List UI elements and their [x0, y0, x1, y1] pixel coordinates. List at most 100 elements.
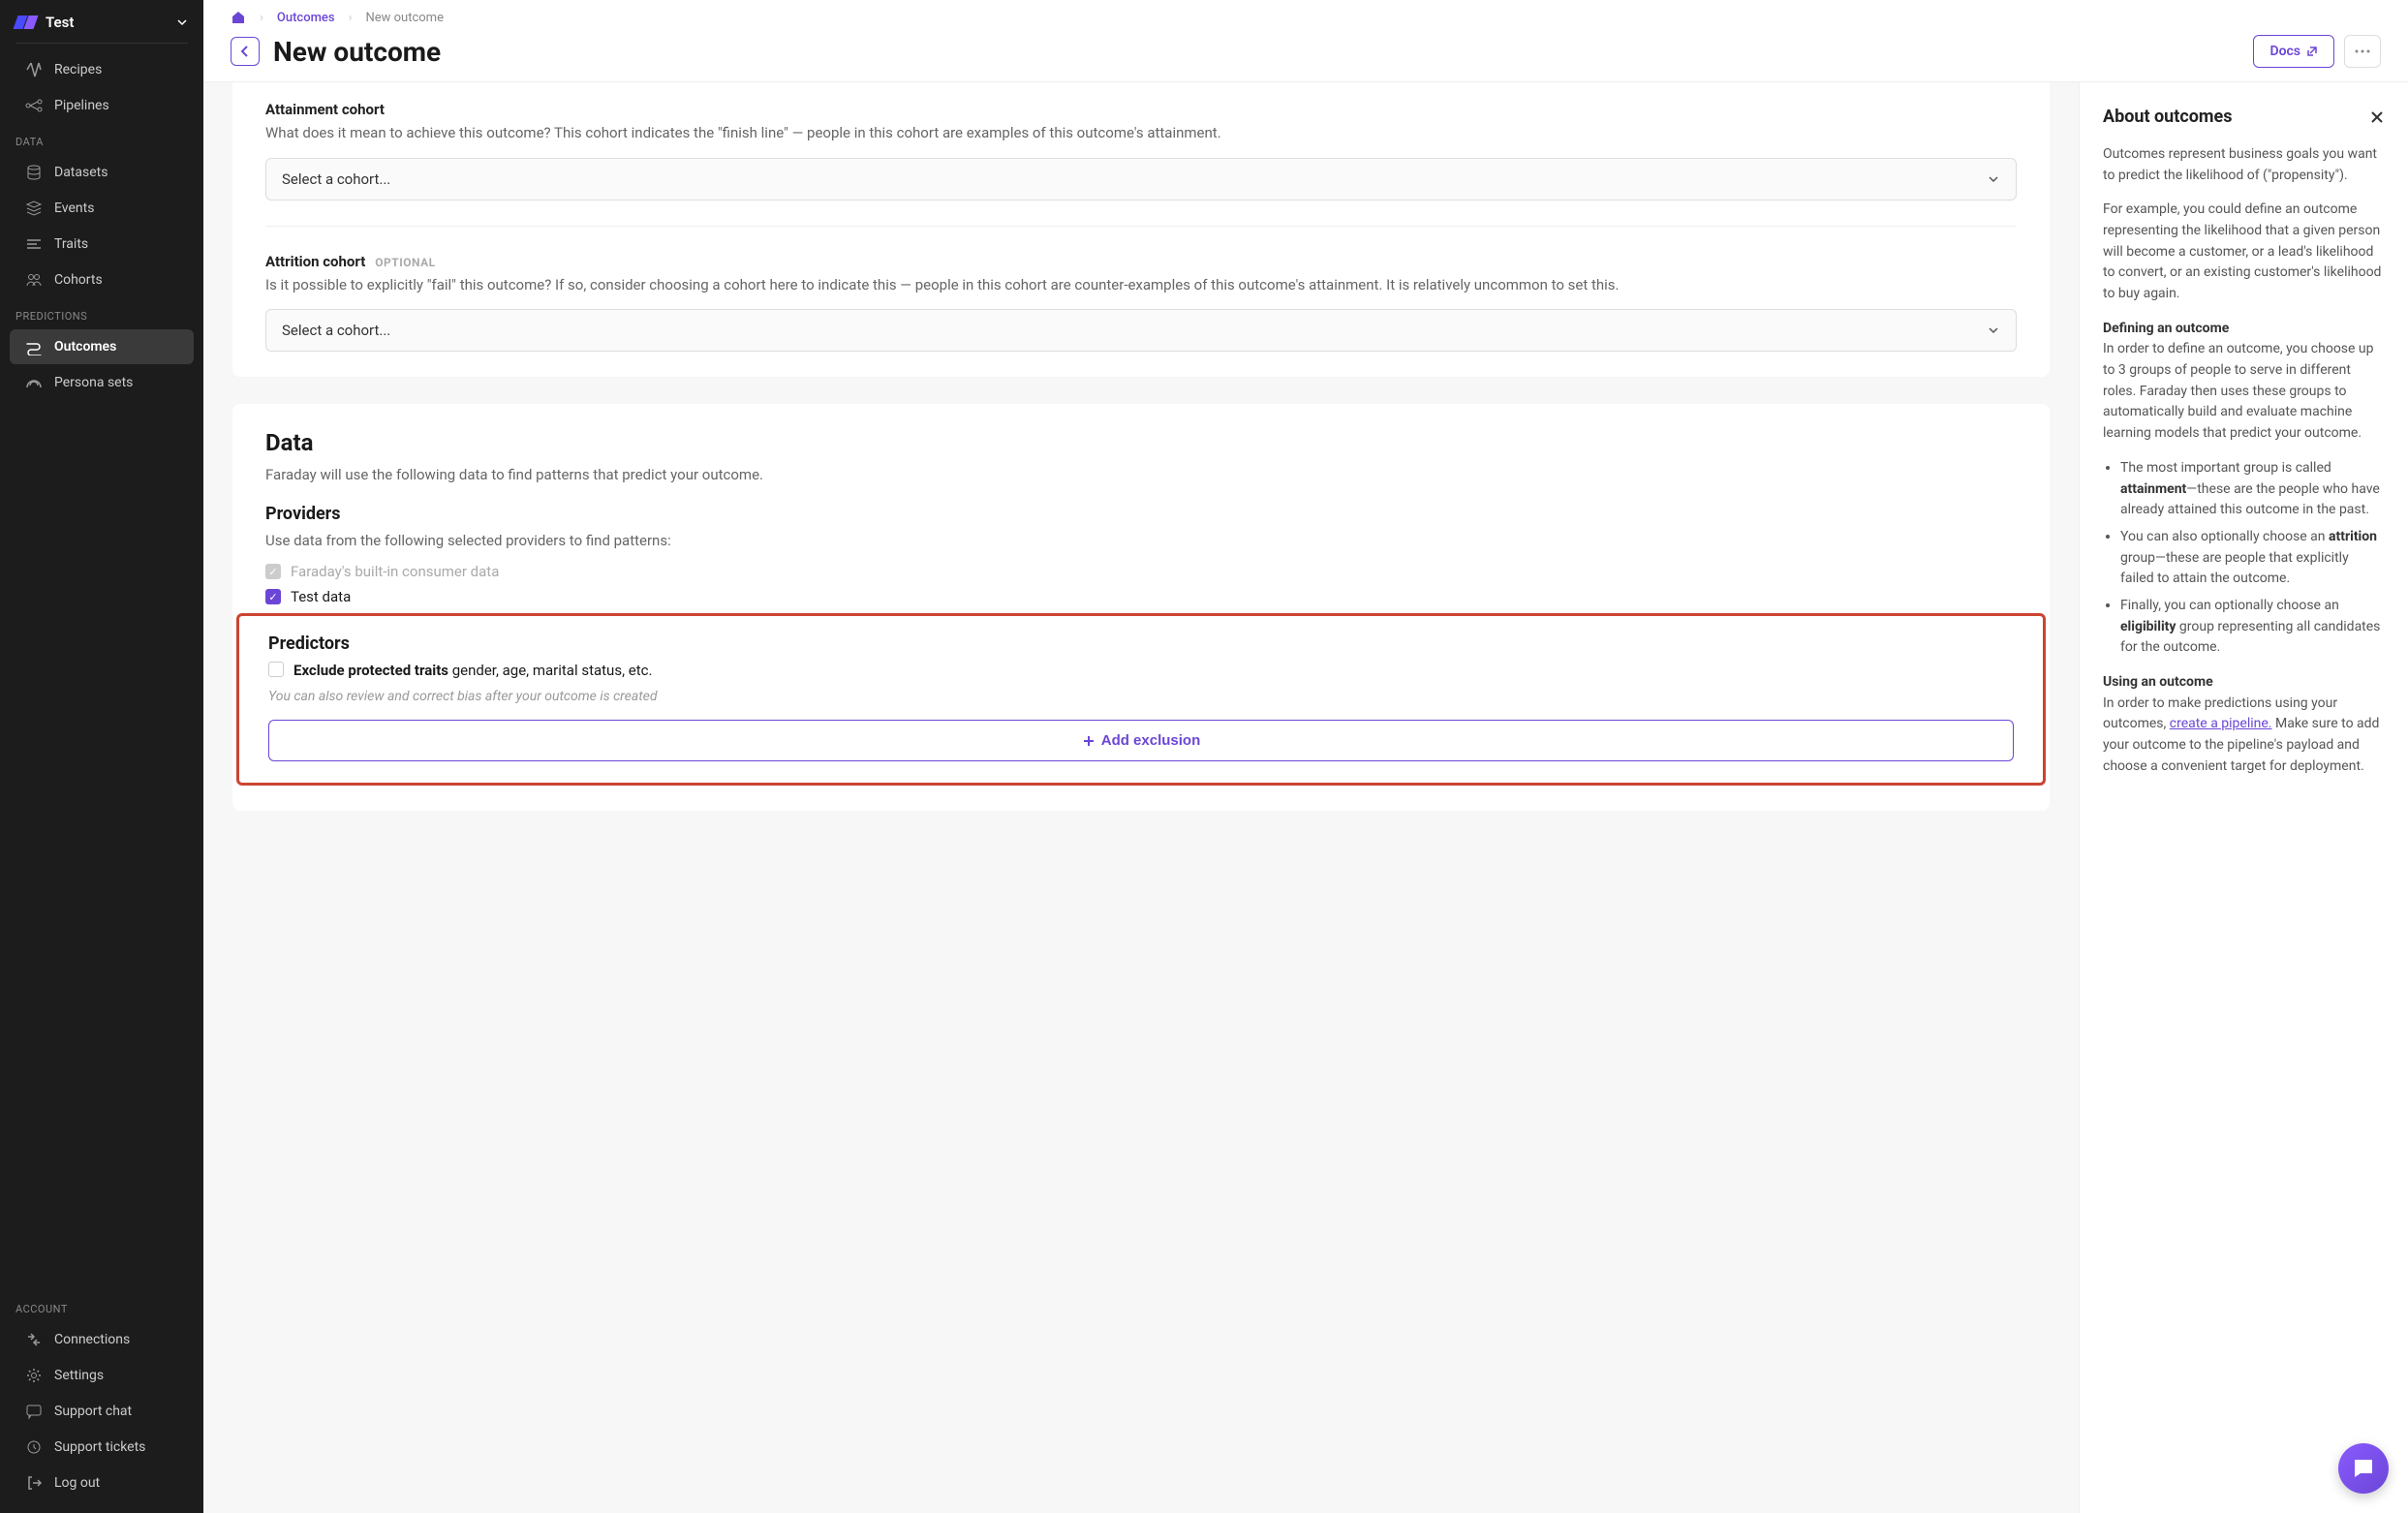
- pipelines-icon: [25, 97, 43, 114]
- sidebar-item-support-tickets[interactable]: Support tickets: [10, 1430, 194, 1465]
- about-list: The most important group is called attai…: [2120, 458, 2385, 659]
- header: New outcome Docs: [203, 25, 2408, 82]
- ticket-icon: [25, 1438, 43, 1456]
- external-link-icon: [2306, 46, 2318, 57]
- sidebar-item-label: Traits: [54, 236, 88, 252]
- more-button[interactable]: [2344, 35, 2381, 68]
- breadcrumb: › Outcomes › New outcome: [231, 10, 2381, 25]
- sidebar-item-datasets[interactable]: Datasets: [10, 155, 194, 190]
- breadcrumb-sep: ›: [349, 11, 353, 25]
- predictors-title: Predictors: [268, 633, 2014, 654]
- chevron-down-icon: [1987, 172, 2000, 186]
- about-li: The most important group is called attai…: [2120, 458, 2385, 521]
- select-placeholder: Select a cohort...: [282, 322, 390, 339]
- cohorts-card: Attainment cohort What does it mean to a…: [232, 82, 2050, 377]
- predictors-hint: You can also review and correct bias aft…: [268, 689, 2014, 704]
- exclude-protected-row[interactable]: Exclude protected traits gender, age, ma…: [268, 662, 2014, 679]
- chat-widget-button[interactable]: [2338, 1443, 2389, 1494]
- sidebar-item-label: Cohorts: [54, 272, 103, 288]
- checkbox-icon[interactable]: ✓: [265, 589, 281, 604]
- docs-button[interactable]: Docs: [2253, 35, 2334, 68]
- datasets-icon: [25, 164, 43, 181]
- docs-label: Docs: [2269, 44, 2300, 59]
- about-li: Finally, you can optionally choose an el…: [2120, 596, 2385, 659]
- chevron-left-icon: [238, 45, 252, 58]
- checkbox-icon[interactable]: [268, 662, 284, 677]
- sidebar-item-events[interactable]: Events: [10, 191, 194, 226]
- about-p2: For example, you could define an outcome…: [2103, 200, 2385, 304]
- sidebar-item-pipelines[interactable]: Pipelines: [10, 88, 194, 123]
- recipes-icon: [25, 61, 43, 78]
- about-li: You can also optionally choose an attrit…: [2120, 527, 2385, 590]
- sidebar-item-logout[interactable]: Log out: [10, 1466, 194, 1500]
- add-exclusion-label: Add exclusion: [1101, 732, 1201, 749]
- sidebar-item-connections[interactable]: Connections: [10, 1322, 194, 1357]
- select-placeholder: Select a cohort...: [282, 170, 390, 188]
- sidebar-item-label: Pipelines: [54, 98, 109, 113]
- attrition-section: Attrition cohort OPTIONAL Is it possible…: [265, 252, 2017, 353]
- chat-icon: [2351, 1456, 2376, 1481]
- add-exclusion-button[interactable]: Add exclusion: [268, 720, 2014, 761]
- sidebar-item-label: Events: [54, 201, 94, 216]
- section-label-data: DATA: [0, 124, 203, 154]
- attainment-select[interactable]: Select a cohort...: [265, 158, 2017, 201]
- attrition-select[interactable]: Select a cohort...: [265, 309, 2017, 352]
- header-actions: Docs: [2253, 35, 2381, 68]
- attainment-section: Attainment cohort What does it mean to a…: [265, 100, 2017, 201]
- sidebar-item-label: Support chat: [54, 1404, 132, 1419]
- providers-desc: Use data from the following selected pro…: [265, 530, 2017, 552]
- events-icon: [25, 200, 43, 217]
- outcomes-icon: [25, 338, 43, 355]
- using-heading: Using an outcomeIn order to make predict…: [2103, 672, 2385, 777]
- sidebar: Test Recipes Pipelines DATA Datasets Eve…: [0, 0, 203, 1513]
- topbar: › Outcomes › New outcome: [203, 0, 2408, 25]
- provider-label: Faraday's built-in consumer data: [291, 563, 499, 580]
- data-title: Data: [265, 429, 2017, 456]
- content-area: Attainment cohort What does it mean to a…: [203, 82, 2408, 1513]
- connections-icon: [25, 1331, 43, 1348]
- breadcrumb-sep: ›: [260, 11, 263, 25]
- page-title: New outcome: [273, 36, 2239, 68]
- ellipsis-icon: [2355, 49, 2370, 53]
- sidebar-nav: Recipes Pipelines DATA Datasets Events T…: [0, 51, 203, 1291]
- sidebar-item-label: Settings: [54, 1368, 104, 1383]
- sidebar-item-settings[interactable]: Settings: [10, 1358, 194, 1393]
- sidebar-item-recipes[interactable]: Recipes: [10, 52, 194, 87]
- close-button[interactable]: [2369, 109, 2385, 125]
- sidebar-item-cohorts[interactable]: Cohorts: [10, 262, 194, 297]
- sidebar-item-support-chat[interactable]: Support chat: [10, 1394, 194, 1429]
- sidebar-item-persona-sets[interactable]: Persona sets: [10, 365, 194, 400]
- logout-icon: [25, 1474, 43, 1492]
- attainment-title: Attainment cohort: [265, 101, 385, 118]
- plus-icon: [1082, 734, 1096, 748]
- chevron-down-icon: [1987, 324, 2000, 337]
- content-main: Attainment cohort What does it mean to a…: [203, 82, 2079, 1513]
- close-icon: [2369, 109, 2385, 125]
- about-panel: About outcomes Outcomes represent busine…: [2079, 82, 2408, 1513]
- traits-icon: [25, 235, 43, 253]
- data-desc: Faraday will use the following data to f…: [265, 464, 2017, 486]
- org-switcher[interactable]: Test: [0, 0, 203, 43]
- sidebar-item-outcomes[interactable]: Outcomes: [10, 329, 194, 364]
- attainment-desc: What does it mean to achieve this outcom…: [265, 122, 2017, 144]
- checkbox-icon: ✓: [265, 564, 281, 579]
- home-icon[interactable]: [231, 10, 246, 25]
- chevron-down-icon: [176, 16, 188, 28]
- sidebar-item-label: Persona sets: [54, 375, 133, 390]
- provider-row[interactable]: ✓ Test data: [265, 588, 2017, 605]
- section-label-account: ACCOUNT: [0, 1291, 203, 1321]
- defining-heading: Defining an outcomeIn order to define an…: [2103, 319, 2385, 445]
- data-card: Data Faraday will use the following data…: [232, 404, 2050, 811]
- section-label-predictions: PREDICTIONS: [0, 298, 203, 328]
- breadcrumb-parent[interactable]: Outcomes: [277, 11, 335, 25]
- sidebar-bottom: ACCOUNT Connections Settings Support cha…: [0, 1291, 203, 1513]
- sidebar-item-label: Support tickets: [54, 1439, 145, 1455]
- back-button[interactable]: [231, 37, 260, 66]
- sidebar-item-traits[interactable]: Traits: [10, 227, 194, 262]
- attrition-desc: Is it possible to explicitly "fail" this…: [265, 274, 2017, 296]
- create-pipeline-link[interactable]: create a pipeline.: [2170, 716, 2272, 731]
- main: › Outcomes › New outcome New outcome Doc…: [203, 0, 2408, 1513]
- sidebar-item-label: Recipes: [54, 62, 102, 77]
- sidebar-item-label: Outcomes: [54, 339, 116, 355]
- provider-row: ✓ Faraday's built-in consumer data: [265, 563, 2017, 580]
